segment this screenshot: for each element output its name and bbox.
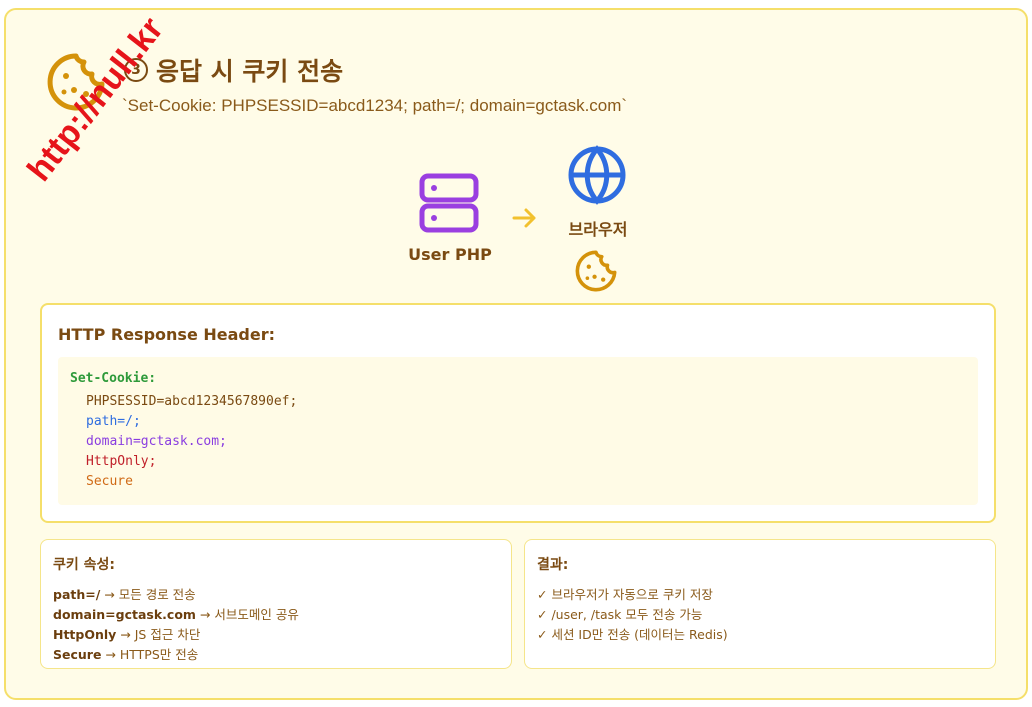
- page-title: 응답 시 쿠키 전송: [156, 57, 344, 86]
- server-label: User PHP: [408, 245, 492, 264]
- code-line-path: path=/;: [86, 414, 141, 429]
- cookie-attributes-box: 쿠키 속성: path=/ → 모든 경로 전송 domain=gctask.c…: [40, 539, 512, 669]
- result-box: 결과: ✓ 브라우저가 자동으로 쿠키 저장 ✓ /user, /task 모두…: [524, 539, 996, 669]
- code-line-session: PHPSESSID=abcd1234567890ef;: [86, 394, 298, 409]
- browser-label: 브라우저: [568, 220, 628, 239]
- list-item: ✓ 세션 ID만 전송 (데이터는 Redis): [537, 627, 728, 642]
- list-item: ✓ 브라우저가 자동으로 쿠키 저장: [537, 587, 713, 602]
- cookie-icon: [575, 250, 617, 292]
- code-line-domain: domain=gctask.com;: [86, 434, 227, 449]
- list-item: domain=gctask.com → 서브도메인 공유: [53, 607, 299, 622]
- code-line-secure: Secure: [86, 474, 133, 489]
- arrow-right-icon: [512, 208, 536, 228]
- attributes-title: 쿠키 속성:: [53, 557, 115, 573]
- server-icon: [419, 173, 479, 233]
- response-header-panel: HTTP Response Header: Set-Cookie: PHPSES…: [40, 303, 996, 523]
- list-item: HttpOnly → JS 접근 차단: [53, 627, 201, 642]
- code-line-httponly: HttpOnly;: [86, 454, 157, 469]
- list-item: path=/ → 모든 경로 전송: [53, 587, 196, 602]
- list-item: ✓ /user, /task 모두 전송 가능: [537, 607, 703, 622]
- code-block: Set-Cookie: PHPSESSID=abcd1234567890ef; …: [58, 357, 978, 505]
- list-item: Secure → HTTPS만 전송: [53, 647, 199, 662]
- code-header-name: Set-Cookie:: [70, 371, 157, 386]
- page-subtitle: `Set-Cookie: PHPSESSID=abcd1234; path=/;…: [122, 96, 628, 115]
- globe-icon: [568, 145, 626, 205]
- response-header-title: HTTP Response Header:: [58, 325, 275, 344]
- step-card: 3 응답 시 쿠키 전송 `Set-Cookie: PHPSESSID=abcd…: [4, 8, 1028, 700]
- result-title: 결과:: [537, 557, 569, 573]
